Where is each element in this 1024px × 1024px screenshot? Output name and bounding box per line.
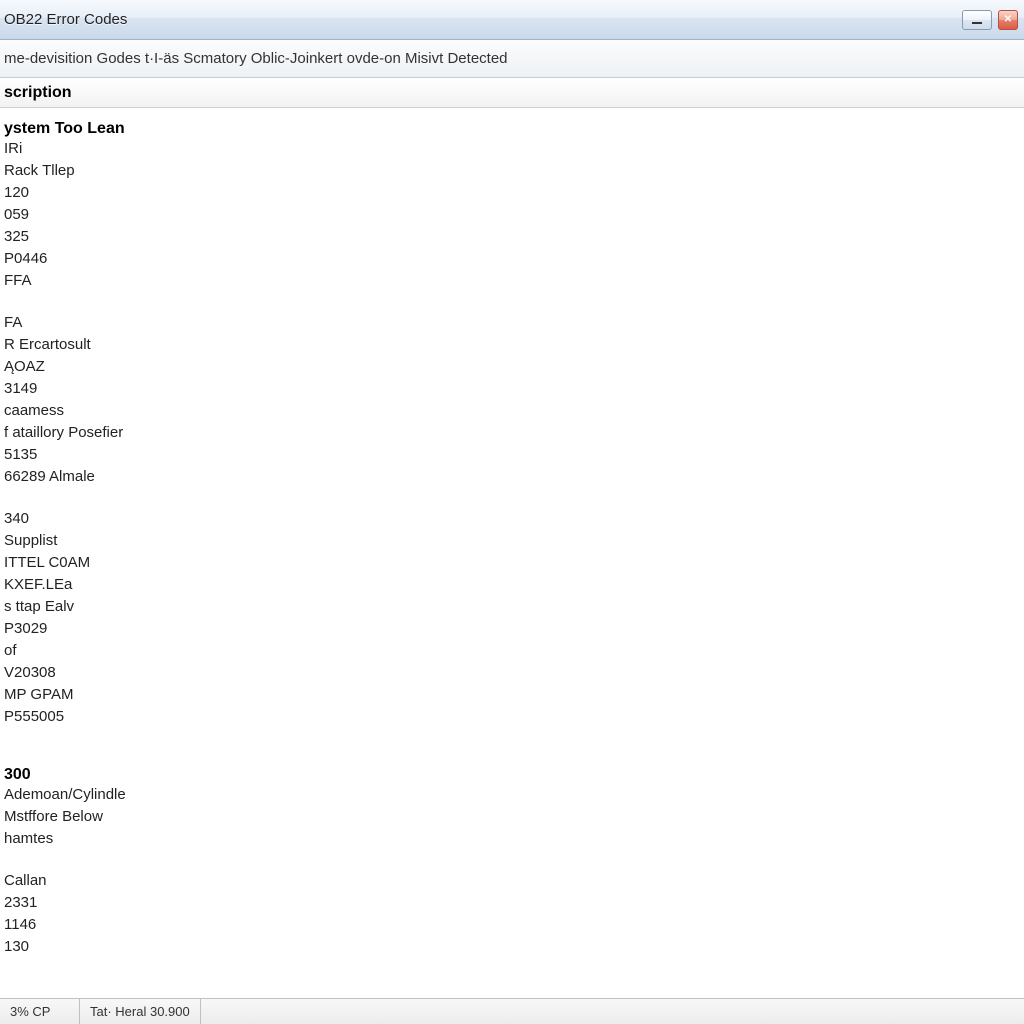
status-bar: 3% CP Tat· Heral 30.900 bbox=[0, 998, 1024, 1024]
list-item: MP GPAM bbox=[4, 684, 1024, 706]
list-item: 130 bbox=[4, 936, 1024, 958]
list-item: V20308 bbox=[4, 662, 1024, 684]
list-item: Supplist bbox=[4, 530, 1024, 552]
content-area: ystem Too Lean IRi Rack Tllep 120 059 32… bbox=[0, 108, 1024, 958]
list-item: 66289 Almale bbox=[4, 466, 1024, 488]
list-item: 340 bbox=[4, 508, 1024, 530]
list-item: FFA bbox=[4, 270, 1024, 292]
list-item: P555005 bbox=[4, 706, 1024, 728]
list-item: f ataillory Posefier bbox=[4, 422, 1024, 444]
list-item: 325 bbox=[4, 226, 1024, 248]
list-item: 120 bbox=[4, 182, 1024, 204]
list-item: Callan bbox=[4, 870, 1024, 892]
titlebar: OB22 Error Codes ✕ bbox=[0, 0, 1024, 40]
list-item: hamtes bbox=[4, 828, 1024, 850]
window-controls: ✕ bbox=[962, 10, 1018, 30]
group-title: 300 bbox=[4, 766, 1024, 784]
list-item: ITTEL C0AM bbox=[4, 552, 1024, 574]
list-item: R Ercartosult bbox=[4, 334, 1024, 356]
window-title: OB22 Error Codes bbox=[4, 11, 127, 28]
close-button[interactable]: ✕ bbox=[998, 10, 1018, 30]
list-item: IRi bbox=[4, 138, 1024, 160]
list-item: P3029 bbox=[4, 618, 1024, 640]
list-item: Rack Tllep bbox=[4, 160, 1024, 182]
toolbar: me-devisition Godes t·I-äs Scmatory Obli… bbox=[0, 40, 1024, 78]
column-header-row: scription bbox=[0, 78, 1024, 108]
list-item: s ttap Ealv bbox=[4, 596, 1024, 618]
list-item: P0446 bbox=[4, 248, 1024, 270]
list-item: 1146 bbox=[4, 914, 1024, 936]
list-item: KXEF.LEa bbox=[4, 574, 1024, 596]
minimize-icon bbox=[972, 22, 982, 24]
toolbar-text: me-devisition Godes t·I-äs Scmatory Obli… bbox=[4, 50, 508, 67]
list-item: FA bbox=[4, 312, 1024, 334]
column-header: scription bbox=[4, 84, 72, 102]
list-item: of bbox=[4, 640, 1024, 662]
list-item: ĄOAZ bbox=[4, 356, 1024, 378]
status-cell-info: Tat· Heral 30.900 bbox=[80, 999, 201, 1024]
list-item: Ademoan/Cylindle bbox=[4, 784, 1024, 806]
close-icon: ✕ bbox=[1004, 14, 1012, 25]
list-item: 3149 bbox=[4, 378, 1024, 400]
list-item: caamess bbox=[4, 400, 1024, 422]
group-title: ystem Too Lean bbox=[4, 120, 1024, 138]
list-item: 059 bbox=[4, 204, 1024, 226]
status-cell-cpu: 3% CP bbox=[0, 999, 80, 1024]
list-item: Mstffore Below bbox=[4, 806, 1024, 828]
list-item: 2331 bbox=[4, 892, 1024, 914]
minimize-button[interactable] bbox=[962, 10, 992, 30]
list-item: 5135 bbox=[4, 444, 1024, 466]
